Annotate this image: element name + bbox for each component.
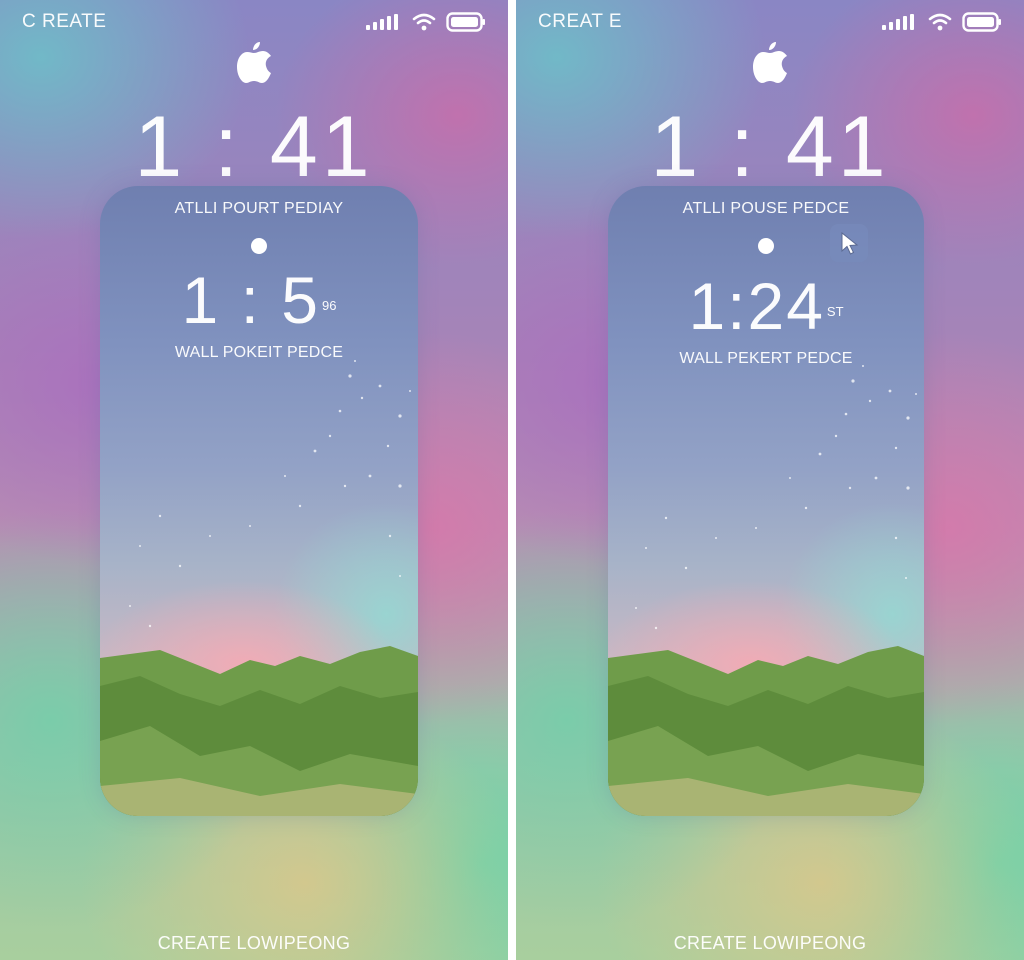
status-bar: CREAT E (538, 10, 1002, 34)
card-time: 1 : 5 96 (100, 264, 418, 336)
card-time-value: 1:24 (688, 269, 825, 343)
cursor-chip[interactable] (830, 224, 868, 262)
lockscreen-time: 1 : 41 (134, 99, 374, 195)
mountain-landscape (608, 646, 924, 816)
status-label: CREAT E (538, 11, 623, 32)
signal-icon (366, 14, 398, 30)
battery-icon (962, 12, 1001, 32)
apple-logo-icon (237, 42, 271, 83)
cursor-arrow-icon (841, 232, 859, 255)
wifi-icon (928, 13, 952, 31)
wallpaper-preview-card[interactable]: ATLLI POUSE PEDCE 1:24 ST WALL PEKERT PED… (608, 186, 924, 816)
card-time: 1:24 ST (608, 270, 924, 342)
lockscreen-panel-right: CREAT E 1: 41 ATLLI POUSE PEDCE 1:24 ST… (516, 0, 1024, 960)
card-dot (251, 238, 267, 254)
card-time-suffix: 96 (321, 298, 337, 313)
wallpaper-preview-card[interactable]: ATLLI POURT PEDIAY 1 : 5 96 WALL POKEIT P… (100, 186, 418, 816)
status-icons (366, 12, 486, 32)
card-subtitle: WALL PEKERT PEDCE (679, 350, 853, 367)
battery-icon (446, 12, 485, 32)
card-title: ATLLI POUSE PEDCE (682, 200, 850, 217)
card-subtitle: WALL POKEIT PEDCE (174, 344, 344, 361)
card-time-suffix: ST (826, 304, 844, 319)
status-label: C REATE (22, 11, 107, 32)
create-button[interactable]: CREATE LOWIPEONG (516, 933, 1024, 954)
wifi-icon (412, 13, 436, 31)
status-icons (882, 12, 1002, 32)
lockscreen-time: 1 : 41 (650, 99, 890, 195)
card-dot (758, 238, 774, 254)
create-button[interactable]: CREATE LOWIPEONG (0, 933, 508, 954)
mountain-landscape (100, 646, 418, 816)
card-title: ATLLI POURT PEDIAY (174, 200, 344, 217)
card-time-value: 1 : 5 (181, 263, 320, 337)
status-bar: C REATE (22, 10, 486, 34)
signal-icon (882, 14, 914, 30)
apple-logo-icon (753, 42, 787, 83)
lockscreen-panel-left: C REATE 1: 41 ATLLI POURT PEDIAY 1: 5 … (0, 0, 508, 960)
comparison-stage: C REATE 1: 41 ATLLI POURT PEDIAY 1: 5 … (0, 0, 1024, 960)
